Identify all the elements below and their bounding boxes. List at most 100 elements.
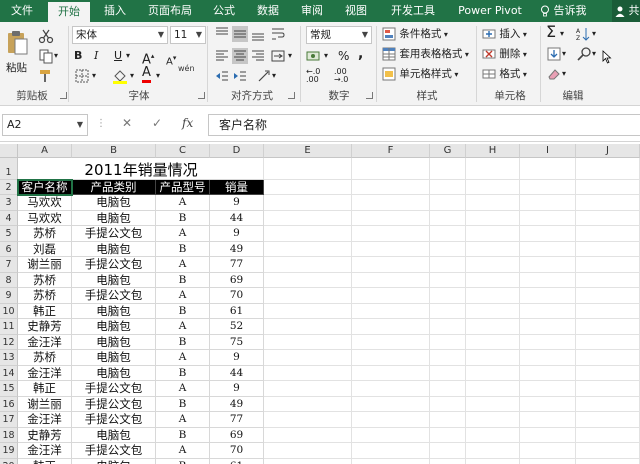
fill-icon[interactable] — [546, 46, 562, 62]
autosum-icon[interactable]: Σ — [546, 24, 556, 40]
table-cell[interactable]: 手提公文包 — [72, 396, 156, 412]
increase-decimal-button[interactable]: ←.0.00 — [306, 68, 320, 84]
table-cell[interactable]: A — [156, 350, 210, 366]
table-cell[interactable]: 苏桥 — [18, 350, 72, 366]
borders-dropdown[interactable]: ▾ — [92, 68, 96, 84]
table-cell[interactable]: 电脑包 — [72, 365, 156, 381]
table-cell[interactable]: 9 — [210, 226, 264, 242]
table-cell[interactable]: 金汪洋 — [18, 365, 72, 381]
row-header-7[interactable]: 7 — [0, 257, 18, 273]
font-size-combo[interactable]: 11 ▼ — [170, 26, 206, 44]
increase-indent-icon[interactable] — [232, 68, 248, 84]
table-cell[interactable]: 电脑包 — [72, 272, 156, 288]
format-cells-button[interactable]: 格式 ▾ — [482, 66, 527, 83]
table-cell[interactable]: 9 — [210, 350, 264, 366]
clear-icon[interactable] — [546, 66, 562, 82]
table-cell[interactable]: 44 — [210, 210, 264, 226]
table-cell[interactable]: A — [156, 381, 210, 397]
table-cell[interactable]: 77 — [210, 257, 264, 273]
number-launcher[interactable] — [366, 92, 373, 99]
table-cell[interactable]: B — [156, 396, 210, 412]
table-cell[interactable]: 谢兰丽 — [18, 396, 72, 412]
table-cell[interactable]: 9 — [210, 195, 264, 211]
table-cell[interactable]: 电脑包 — [72, 427, 156, 443]
font-launcher[interactable] — [198, 92, 205, 99]
sort-dropdown[interactable]: ▾ — [592, 26, 596, 42]
table-cell[interactable]: B — [156, 241, 210, 257]
table-cell[interactable]: 电脑包 — [72, 350, 156, 366]
table-cell[interactable]: 苏桥 — [18, 272, 72, 288]
align-left-icon[interactable] — [214, 48, 230, 64]
table-cell[interactable]: 手提公文包 — [72, 226, 156, 242]
table-cell[interactable]: 49 — [210, 241, 264, 257]
table-cell[interactable]: B — [156, 272, 210, 288]
row-header-9[interactable]: 9 — [0, 288, 18, 304]
cell-styles-button[interactable]: 单元格样式 ▾ — [382, 66, 458, 83]
table-cell[interactable]: 69 — [210, 427, 264, 443]
column-header-h[interactable]: H — [466, 144, 520, 158]
enter-icon[interactable]: ✓ — [152, 116, 162, 130]
table-cell[interactable]: 69 — [210, 272, 264, 288]
sheet-title[interactable]: 2011年销量情况 — [18, 158, 264, 180]
table-cell[interactable]: 75 — [210, 334, 264, 350]
percent-button[interactable]: % — [338, 48, 349, 64]
table-cell[interactable]: 电脑包 — [72, 210, 156, 226]
table-cell[interactable]: A — [156, 257, 210, 273]
table-cell[interactable]: 手提公文包 — [72, 288, 156, 304]
column-header-d[interactable]: D — [210, 144, 264, 158]
find-dropdown[interactable]: ▾ — [592, 46, 596, 62]
row-header-12[interactable]: 12 — [0, 334, 18, 350]
table-cell[interactable]: 电脑包 — [72, 303, 156, 319]
row-header-17[interactable]: 17 — [0, 412, 18, 428]
align-right-icon[interactable] — [250, 48, 266, 64]
alignment-launcher[interactable] — [288, 92, 295, 99]
table-cell[interactable]: 44 — [210, 365, 264, 381]
table-cell[interactable]: 金汪洋 — [18, 443, 72, 459]
find-select-icon[interactable] — [576, 46, 592, 62]
copy-dropdown[interactable]: ▾ — [54, 48, 58, 64]
tab-view[interactable]: 视图 — [338, 0, 374, 22]
align-bottom-icon[interactable] — [250, 26, 266, 42]
column-header-j[interactable]: J — [576, 144, 640, 158]
table-cell[interactable]: 史静芳 — [18, 427, 72, 443]
table-cell[interactable]: B — [156, 427, 210, 443]
tab-file[interactable]: 文件 — [4, 0, 40, 22]
header-cell[interactable]: 销量 — [210, 179, 264, 195]
merge-dropdown[interactable]: ▾ — [288, 48, 292, 64]
row-header-4[interactable]: 4 — [0, 210, 18, 226]
wrap-text-icon[interactable] — [270, 26, 286, 42]
tab-developer[interactable]: 开发工具 — [384, 0, 442, 22]
table-cell[interactable]: 49 — [210, 396, 264, 412]
table-cell[interactable]: 61 — [210, 303, 264, 319]
table-cell[interactable]: 史静芳 — [18, 319, 72, 335]
row-header-14[interactable]: 14 — [0, 365, 18, 381]
row-header-18[interactable]: 18 — [0, 427, 18, 443]
header-cell[interactable]: 客户名称 — [18, 179, 72, 195]
table-cell[interactable]: 70 — [210, 288, 264, 304]
table-cell[interactable]: 电脑包 — [72, 195, 156, 211]
row-header-3[interactable]: 3 — [0, 195, 18, 211]
table-cell[interactable]: 电脑包 — [72, 319, 156, 335]
column-header-g[interactable]: G — [430, 144, 466, 158]
tab-formulas[interactable]: 公式 — [206, 0, 242, 22]
copy-icon[interactable] — [38, 48, 54, 64]
cancel-icon[interactable]: ✕ — [122, 116, 132, 130]
table-cell[interactable]: 电脑包 — [72, 241, 156, 257]
column-header-c[interactable]: C — [156, 144, 210, 158]
table-cell[interactable]: 9 — [210, 381, 264, 397]
font-color-dropdown[interactable]: ▾ — [156, 68, 160, 84]
table-cell[interactable]: 金汪洋 — [18, 412, 72, 428]
clipboard-launcher[interactable] — [60, 92, 67, 99]
share-button[interactable]: 共 — [612, 0, 640, 22]
tab-page-layout[interactable]: 页面布局 — [140, 0, 200, 22]
table-cell[interactable]: B — [156, 334, 210, 350]
font-color-button[interactable]: A — [142, 66, 151, 83]
row-header-13[interactable]: 13 — [0, 350, 18, 366]
underline-dropdown[interactable]: ▾ — [126, 48, 130, 64]
format-painter-icon[interactable] — [38, 68, 54, 84]
orientation-icon[interactable] — [256, 68, 272, 84]
table-cell[interactable]: 金汪洋 — [18, 334, 72, 350]
tab-data[interactable]: 数据 — [250, 0, 286, 22]
table-cell[interactable]: A — [156, 288, 210, 304]
decrease-indent-icon[interactable] — [214, 68, 230, 84]
